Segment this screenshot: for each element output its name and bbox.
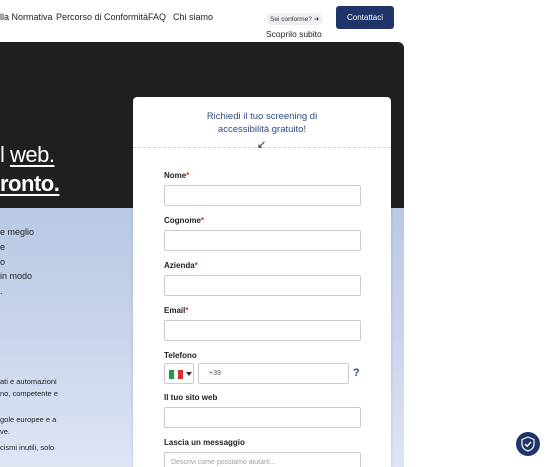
nav-link-faq[interactable]: FAQ [148,12,166,22]
hero-body-line: e [0,242,6,252]
website-input[interactable] [164,407,361,428]
nome-input[interactable] [164,185,361,206]
contact-button[interactable]: Contattaci [336,6,394,29]
label-messaggio: Lascia un messaggio [164,438,245,447]
accessibility-widget-button[interactable] [516,432,540,456]
conformity-sub: Scoprilo subito [266,29,322,39]
message-textarea[interactable]: Descrivi come possiamo aiutarti... [164,452,361,467]
accessibility-check-icon [521,436,535,452]
conformity-pill: Sei conforme? ➜ [266,13,324,25]
phone-prefix: +39 [209,370,221,377]
label-azienda: Azienda* [164,261,198,270]
label-sito: Il tuo sito web [164,393,218,402]
hero-body-line: e meglio [0,227,35,237]
label-email: Email* [164,306,189,315]
message-placeholder: Descrivi come possiamo aiutarti... [171,459,276,466]
form-title-line2: accessibilità gratuito! [217,124,307,135]
hero-body-line: in modo [0,271,33,281]
hero-small-line: ati e automazioni [0,377,57,386]
arrow-down-icon: ↙ [257,139,267,151]
hero-body-line: . [0,286,3,296]
hero-heading-line2-text: ronto. [0,171,60,196]
hero-heading-line2: ronto. [0,171,60,197]
nav-link-percorso[interactable]: Percorso di Conformità [56,12,148,22]
country-select[interactable] [164,363,194,384]
azienda-input[interactable] [164,275,361,296]
screening-form-card: Richiedi il tuo screening di accessibili… [133,97,391,467]
nav-link-normativa[interactable]: lla Normativa [0,12,53,22]
top-navigation: lla Normativa Percorso di Conformità FAQ… [0,0,550,39]
conformity-check-link[interactable]: Sei conforme? ➜ Scoprilo subito [266,8,326,39]
chevron-down-icon [186,372,192,376]
nav-link-chi-siamo[interactable]: Chi siamo [173,12,213,22]
hero-heading-line1: l web. [0,142,55,168]
hero-heading-link: web. [10,142,55,167]
italy-flag-icon [169,370,184,379]
label-nome: Nome* [164,171,190,180]
hero-body-line: o [0,257,6,267]
hero-small-line: cismi inutili, solo [0,443,55,452]
hero-small-line: no, competente e [0,389,58,398]
help-icon[interactable]: ? [353,367,360,379]
email-input[interactable] [164,320,361,341]
cognome-input[interactable] [164,230,361,251]
form-title-line1: Richiedi il tuo screening di [206,111,318,122]
label-cognome: Cognome* [164,216,205,225]
page: lla Normativa Percorso di Conformità FAQ… [0,0,550,467]
label-telefono: Telefono [164,351,197,360]
hero-heading-prefix: l [0,142,10,167]
phone-input[interactable]: +39 [198,363,349,384]
hero-small-line: gole europee e a [0,415,57,424]
hero-small-line: ve. [0,427,11,436]
